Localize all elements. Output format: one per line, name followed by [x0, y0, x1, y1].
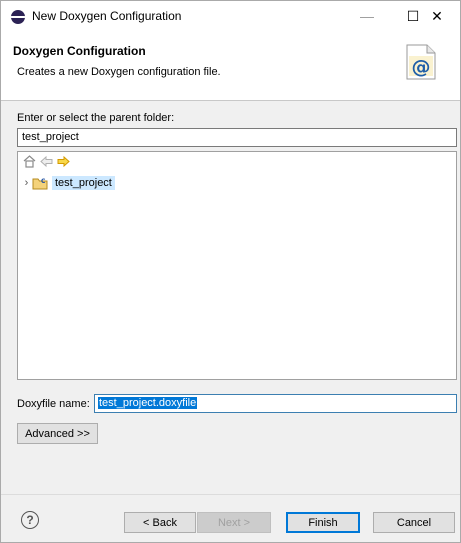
eclipse-app-icon — [11, 10, 25, 24]
title-bar: New Doxygen Configuration — ☐ ✕ — [1, 1, 460, 31]
doxyfile-name-input[interactable]: test_project.doxyfile — [94, 394, 457, 413]
back-arrow-icon[interactable] — [40, 155, 53, 168]
tree-toolbar — [23, 155, 70, 168]
svg-text:C: C — [41, 178, 46, 185]
parent-folder-label: Enter or select the parent folder: — [17, 112, 175, 124]
doxygen-at-icon: @ — [406, 44, 436, 80]
wizard-title: Doxygen Configuration — [13, 44, 146, 58]
doxyfile-name-label: Doxyfile name: — [17, 398, 90, 410]
expand-chevron-icon[interactable]: › — [21, 177, 32, 189]
svg-text:@: @ — [412, 56, 431, 78]
wizard-header: Doxygen Configuration Creates a new Doxy… — [1, 31, 460, 101]
footer-separator — [1, 494, 460, 495]
tree-item-label: test_project — [52, 176, 115, 190]
tree-item-test-project[interactable]: › C test_project — [21, 176, 115, 190]
minimize-button[interactable]: — — [344, 1, 390, 31]
finish-button[interactable]: Finish — [286, 512, 360, 533]
parent-folder-input[interactable]: test_project — [17, 128, 457, 147]
window-title: New Doxygen Configuration — [32, 9, 182, 23]
next-button[interactable]: Next > — [197, 512, 271, 533]
wizard-description: Creates a new Doxygen configuration file… — [17, 66, 221, 78]
cancel-button[interactable]: Cancel — [373, 512, 455, 533]
help-icon[interactable]: ? — [21, 511, 39, 529]
close-button[interactable]: ✕ — [414, 1, 460, 31]
doxyfile-name-value: test_project.doxyfile — [98, 397, 198, 409]
back-button[interactable]: < Back — [124, 512, 196, 533]
dialog-window: New Doxygen Configuration — ☐ ✕ Doxygen … — [0, 0, 461, 543]
folder-tree[interactable]: › C test_project — [17, 151, 457, 380]
project-folder-icon: C — [32, 178, 48, 190]
home-icon[interactable] — [23, 155, 36, 168]
forward-arrow-icon[interactable] — [57, 155, 70, 168]
advanced-button[interactable]: Advanced >> — [17, 423, 98, 444]
